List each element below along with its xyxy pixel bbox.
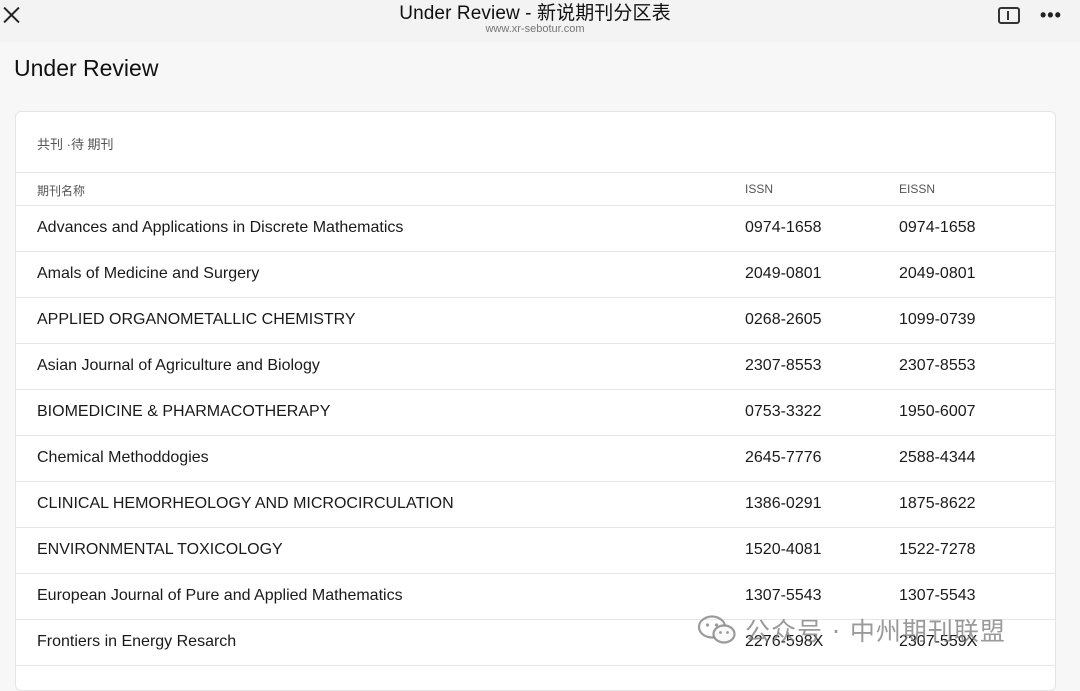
journal-eissn: 1307-5543	[899, 587, 976, 604]
window-title: Under Review - 新说期刊分区表	[399, 3, 671, 24]
journal-name: Frontiers in Energy Resarch	[37, 633, 237, 650]
journal-issn: 2049-0801	[745, 265, 822, 282]
wechat-icon	[697, 615, 736, 644]
journal-eissn: 2307-8553	[899, 357, 976, 374]
journal-name: Asian Journal of Agriculture and Biology	[37, 357, 320, 374]
journal-eissn: 2588-4344	[899, 449, 976, 466]
table-row[interactable]: Asian Journal of Agriculture and Biology…	[16, 344, 1055, 390]
journal-issn: 1307-5543	[745, 587, 822, 604]
journal-name: BIOMEDICINE & PHARMACOTHERAPY	[37, 403, 331, 420]
table-row[interactable]: Advances and Applications in Discrete Ma…	[16, 206, 1055, 252]
top-bar: Under Review - 新说期刊分区表 www.xr-sebotur.co…	[0, 0, 1080, 42]
journal-eissn: 2049-0801	[899, 265, 976, 282]
journal-eissn: 1099-0739	[899, 311, 976, 328]
watermark: 公众号 · 中州期刊联盟	[697, 614, 1006, 646]
header-name: 期刊名称	[37, 184, 86, 198]
table-label: 共刊 ·待 期刊	[37, 137, 114, 152]
table-row[interactable]: Amals of Medicine and Surgery 2049-0801 …	[16, 252, 1055, 298]
journal-issn: 1386-0291	[745, 495, 822, 512]
reader-mode-icon[interactable]	[998, 7, 1020, 24]
journal-eissn: 1950-6007	[899, 403, 976, 420]
journal-eissn: 1875-8622	[899, 495, 976, 512]
header-issn: ISSN	[745, 182, 774, 196]
window-url: www.xr-sebotur.com	[485, 23, 585, 35]
journal-issn: 0974-1658	[745, 219, 822, 236]
table-row[interactable]: Chemical Methoddogies 2645-7776 2588-434…	[16, 436, 1055, 482]
journal-issn: 2307-8553	[745, 357, 822, 374]
journal-name: Advances and Applications in Discrete Ma…	[37, 219, 404, 236]
journal-issn: 0268-2605	[745, 311, 822, 328]
journal-name: European Journal of Pure and Applied Mat…	[37, 587, 403, 604]
table-row[interactable]: ENVIRONMENTAL TOXICOLOGY 1520-4081 1522-…	[16, 528, 1055, 574]
journal-issn: 1520-4081	[745, 541, 822, 558]
journal-name: Amals of Medicine and Surgery	[37, 265, 260, 282]
journal-issn: 2645-7776	[745, 449, 822, 466]
journal-table-card: 共刊 ·待 期刊 期刊名称 ISSN EISSN Advances and Ap…	[15, 111, 1056, 691]
journal-name: CLINICAL HEMORHEOLOGY AND MICROCIRCULATI…	[37, 495, 454, 512]
page-title: Under Review	[14, 55, 159, 81]
watermark-text: 公众号 · 中州期刊联盟	[745, 617, 1006, 646]
table-row[interactable]: CLINICAL HEMORHEOLOGY AND MICROCIRCULATI…	[16, 482, 1055, 528]
journal-name: Chemical Methoddogies	[37, 449, 209, 466]
more-icon[interactable]: •••	[1040, 6, 1064, 24]
journal-name: APPLIED ORGANOMETALLIC CHEMISTRY	[37, 311, 356, 328]
table-header: 期刊名称 ISSN EISSN	[16, 172, 1055, 206]
header-eissn: EISSN	[899, 182, 936, 196]
journal-name: ENVIRONMENTAL TOXICOLOGY	[37, 541, 283, 558]
table-row[interactable]: BIOMEDICINE & PHARMACOTHERAPY 0753-3322 …	[16, 390, 1055, 436]
table-row[interactable]: APPLIED ORGANOMETALLIC CHEMISTRY 0268-26…	[16, 298, 1055, 344]
journal-issn: 0753-3322	[745, 403, 822, 420]
journal-eissn: 0974-1658	[899, 219, 976, 236]
journal-eissn: 1522-7278	[899, 541, 976, 558]
